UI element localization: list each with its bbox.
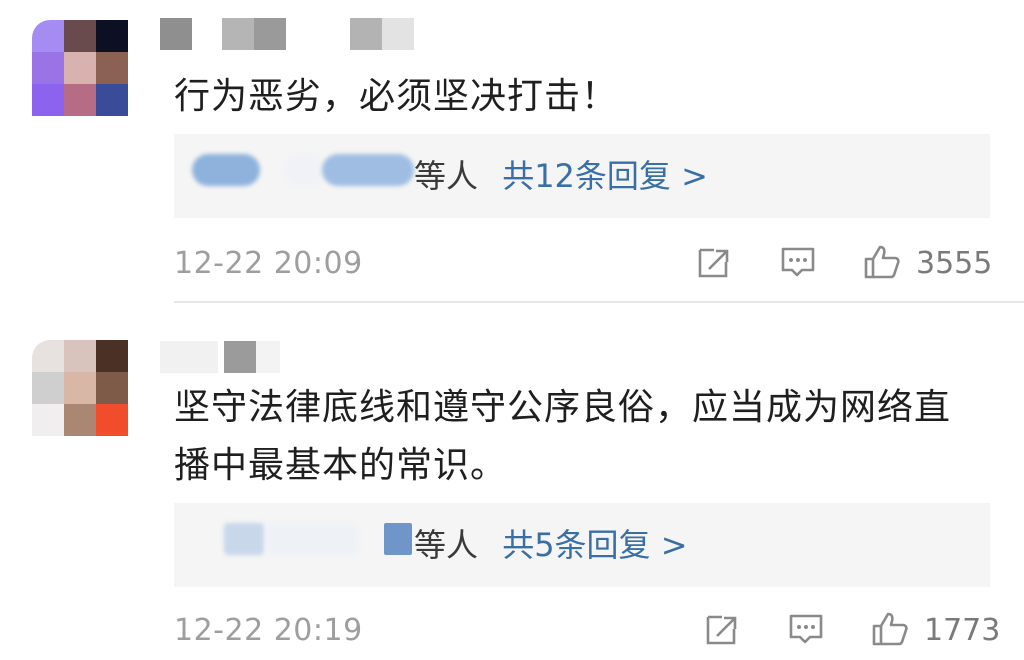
share-icon[interactable] (702, 609, 742, 649)
reply-count-link[interactable]: 共5条回复 > (502, 526, 687, 564)
avatar-pixel (96, 52, 128, 84)
avatar-pixel (32, 20, 64, 52)
avatar-pixel (32, 84, 64, 116)
comment-icon[interactable] (786, 609, 826, 649)
comment-text: 坚守法律底线和遵守公序良俗，应当成为网络直 播中最基本的常识。 (174, 383, 974, 491)
avatar-pixel (64, 340, 96, 372)
avatar-pixel (96, 404, 128, 436)
avatar[interactable] (32, 20, 128, 116)
reply-count-link[interactable]: 共12条回复 > (502, 157, 708, 195)
reply-authors-suffix: 等人 (414, 526, 479, 564)
avatar-pixel (64, 84, 96, 116)
avatar-pixel (96, 20, 128, 52)
avatar-pixel (32, 404, 64, 436)
timestamp: 12-22 20:09 (174, 246, 363, 281)
reply-authors-suffix: 等人 (414, 157, 479, 195)
comment-text-line: 行为恶劣，必须坚决打击！ (174, 76, 619, 117)
avatar-pixel (64, 404, 96, 436)
avatar-pixel (96, 340, 128, 372)
avatar-pixel (32, 52, 64, 84)
comment-item: 行为恶劣，必须坚决打击！ 等人 共12条回复 > 12-22 20:09 355… (0, 0, 1024, 302)
replies-box[interactable]: 等人 共12条回复 > (174, 134, 990, 218)
avatar-pixel (32, 340, 64, 372)
avatar-pixel (64, 20, 96, 52)
avatar-pixel (96, 372, 128, 404)
avatar-pixel (64, 372, 96, 404)
comment-meta: 12-22 20:19 1773 (174, 609, 1000, 653)
like-count: 3555 (916, 246, 993, 281)
comment-icon[interactable] (778, 242, 818, 282)
avatar-pixel (32, 372, 64, 404)
comment-item: 坚守法律底线和遵守公序良俗，应当成为网络直 播中最基本的常识。 等人 共5条回复… (0, 303, 1024, 660)
comment-text: 行为恶劣，必须坚决打击！ (174, 72, 974, 122)
timestamp: 12-22 20:19 (174, 613, 363, 648)
like-icon[interactable] (862, 242, 902, 282)
share-icon[interactable] (694, 242, 734, 282)
avatar-pixel (64, 52, 96, 84)
comment-text-line: 坚守法律底线和遵守公序良俗，应当成为网络直 (174, 387, 952, 428)
avatar[interactable] (32, 340, 128, 436)
replies-box[interactable]: 等人 共5条回复 > (174, 503, 990, 587)
username-redacted[interactable] (160, 18, 420, 50)
like-count: 1773 (924, 613, 1001, 648)
like-icon[interactable] (870, 609, 910, 649)
username-redacted[interactable] (160, 341, 300, 373)
comment-text-line: 播中最基本的常识。 (174, 445, 508, 486)
avatar-pixel (96, 84, 128, 116)
comment-meta: 12-22 20:09 3555 (174, 242, 993, 286)
